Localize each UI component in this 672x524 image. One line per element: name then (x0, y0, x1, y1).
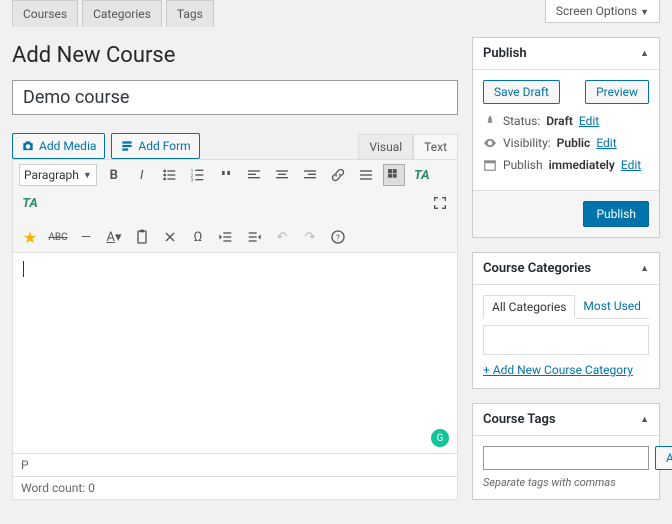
pin-icon (483, 114, 497, 128)
schedule-meta: Publish immediately Edit (483, 158, 649, 172)
add-form-button[interactable]: Add Form (111, 133, 199, 159)
categories-list (483, 325, 649, 355)
edit-status-link[interactable]: Edit (579, 114, 599, 128)
tag-input[interactable] (483, 446, 649, 470)
editor-path: P (12, 454, 458, 477)
page-title: Add New Course (12, 43, 458, 68)
editor-content[interactable]: G (13, 253, 457, 453)
blockquote-button[interactable] (215, 164, 237, 186)
save-draft-button[interactable]: Save Draft (483, 80, 560, 104)
form-icon (120, 139, 134, 153)
status-meta: Status: Draft Edit (483, 114, 649, 128)
help-button[interactable]: ? (327, 226, 349, 248)
svg-text:?: ? (336, 233, 340, 242)
special-char-button[interactable]: Ω (187, 226, 209, 248)
editor-tab-visual[interactable]: Visual (358, 134, 413, 159)
calendar-icon (483, 158, 497, 172)
screen-options-toggle[interactable]: Screen Options ▼ (545, 0, 660, 23)
toolbar-toggle-button[interactable] (383, 164, 405, 186)
categories-tab-all[interactable]: All Categories (483, 295, 575, 319)
chevron-up-icon: ▲ (640, 263, 649, 274)
fullscreen-button[interactable] (429, 192, 451, 214)
chevron-down-icon: ▼ (640, 8, 649, 18)
align-right-button[interactable] (299, 164, 321, 186)
tags-hint: Separate tags with commas (483, 476, 649, 489)
text-cursor (23, 261, 24, 277)
add-media-button[interactable]: Add Media (12, 133, 105, 159)
bullet-list-button[interactable] (159, 164, 181, 186)
indent-button[interactable] (243, 226, 265, 248)
paste-text-button[interactable] (131, 226, 153, 248)
star-button[interactable]: ★ (19, 226, 41, 248)
grammarly-icon[interactable]: G (431, 429, 449, 447)
tab-tags[interactable]: Tags (166, 0, 214, 27)
preview-button[interactable]: Preview (585, 80, 649, 104)
editor: Paragraph▼ B I 123 TA TA ★ ABC — (12, 159, 458, 454)
numbered-list-button[interactable]: 123 (187, 164, 209, 186)
publish-button[interactable]: Publish (583, 201, 649, 227)
edit-schedule-link[interactable]: Edit (621, 158, 641, 172)
format-select[interactable]: Paragraph▼ (19, 164, 97, 186)
visibility-meta: Visibility: Public Edit (483, 136, 649, 150)
tags-box: Course Tags▲ Add Separate tags with comm… (472, 403, 660, 500)
clear-formatting-button[interactable] (159, 226, 181, 248)
tab-courses[interactable]: Courses (12, 0, 78, 27)
add-tag-button[interactable]: Add (655, 446, 672, 470)
course-title-input[interactable] (12, 80, 458, 115)
publish-box: Publish▲ Save Draft Preview Status: Draf… (472, 37, 660, 238)
strikethrough-button[interactable]: ABC (47, 226, 69, 248)
tab-categories[interactable]: Categories (82, 0, 162, 27)
eye-icon (483, 136, 497, 150)
svg-text:3: 3 (190, 178, 193, 183)
tags-box-header[interactable]: Course Tags▲ (473, 404, 659, 436)
thrive-button-2[interactable]: TA (19, 192, 41, 214)
chevron-up-icon: ▲ (640, 414, 649, 425)
horizontal-rule-button[interactable]: — (75, 226, 97, 248)
categories-tab-most-used[interactable]: Most Used (575, 295, 649, 318)
editor-tab-text[interactable]: Text (413, 134, 458, 159)
thrive-button-1[interactable]: TA (411, 164, 433, 186)
chevron-down-icon: ▼ (83, 170, 92, 181)
categories-box-header[interactable]: Course Categories▲ (473, 253, 659, 285)
italic-button[interactable]: I (131, 164, 153, 186)
link-button[interactable] (327, 164, 349, 186)
undo-button[interactable]: ↶ (271, 226, 293, 248)
more-button[interactable] (355, 164, 377, 186)
align-left-button[interactable] (243, 164, 265, 186)
redo-button[interactable]: ↷ (299, 226, 321, 248)
camera-icon (21, 139, 35, 153)
outdent-button[interactable] (215, 226, 237, 248)
align-center-button[interactable] (271, 164, 293, 186)
text-color-button[interactable]: A▾ (103, 226, 125, 248)
word-count: Word count: 0 (12, 477, 458, 500)
categories-box: Course Categories▲ All Categories Most U… (472, 252, 660, 389)
chevron-up-icon: ▲ (640, 48, 649, 59)
bold-button[interactable]: B (103, 164, 125, 186)
editor-toolbar: Paragraph▼ B I 123 TA TA ★ ABC — (13, 160, 457, 253)
edit-visibility-link[interactable]: Edit (596, 136, 616, 150)
publish-box-header[interactable]: Publish▲ (473, 38, 659, 70)
add-category-link[interactable]: + Add New Course Category (483, 363, 633, 377)
